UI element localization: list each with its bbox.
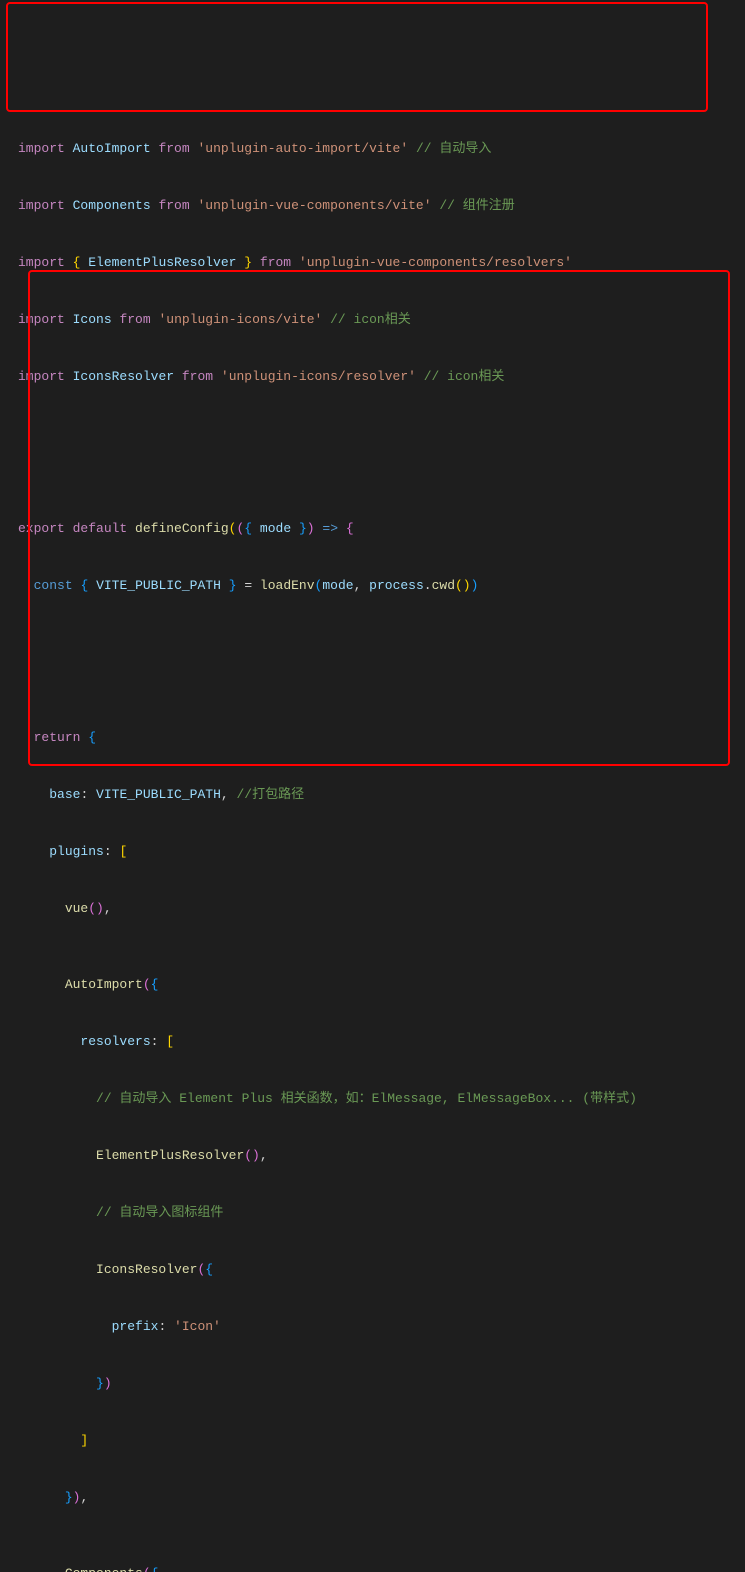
code-line: const { VITE_PUBLIC_PATH } = loadEnv(mod…: [0, 576, 745, 595]
code-line: }): [0, 1374, 745, 1393]
highlight-imports: [6, 2, 708, 112]
code-line: import AutoImport from 'unplugin-auto-im…: [0, 139, 745, 158]
code-line: import Components from 'unplugin-vue-com…: [0, 196, 745, 215]
code-line: plugins: [: [0, 842, 745, 861]
code-editor[interactable]: import AutoImport from 'unplugin-auto-im…: [0, 0, 745, 1572]
code-line: ]: [0, 1431, 745, 1450]
code-line: prefix: 'Icon': [0, 1317, 745, 1336]
code-line: import IconsResolver from 'unplugin-icon…: [0, 367, 745, 386]
code-line: [0, 443, 745, 462]
code-line: return {: [0, 728, 745, 747]
code-line: [0, 652, 745, 671]
code-line: }),: [0, 1488, 745, 1507]
code-line: AutoImport({: [0, 975, 745, 994]
code-line: import Icons from 'unplugin-icons/vite' …: [0, 310, 745, 329]
code-line: resolvers: [: [0, 1032, 745, 1051]
code-line: // 自动导入 Element Plus 相关函数，如：ElMessage, E…: [0, 1089, 745, 1108]
code-line: export default defineConfig(({ mode }) =…: [0, 519, 745, 538]
code-line: ElementPlusResolver(),: [0, 1146, 745, 1165]
code-line: base: VITE_PUBLIC_PATH, //打包路径: [0, 785, 745, 804]
code-line: import { ElementPlusResolver } from 'unp…: [0, 253, 745, 272]
code-line: Components({: [0, 1564, 745, 1572]
code-line: IconsResolver({: [0, 1260, 745, 1279]
highlight-plugins: [28, 270, 730, 766]
code-line: // 自动导入图标组件: [0, 1203, 745, 1222]
code-line: vue(),: [0, 899, 745, 918]
